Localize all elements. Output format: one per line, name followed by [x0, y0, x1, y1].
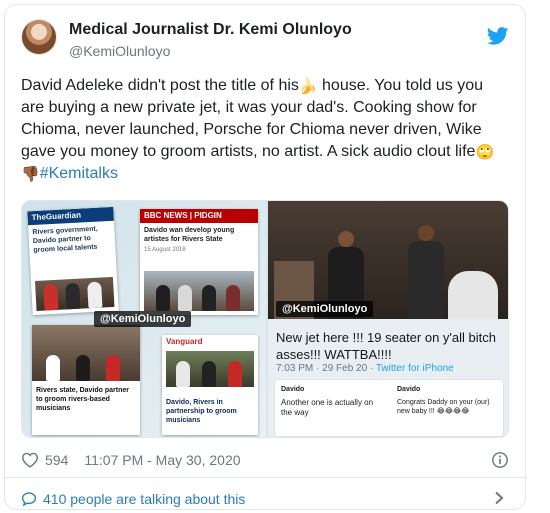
tweet-header: Medical Journalist Dr. Kemi Olunloyo @Ke… — [21, 19, 509, 67]
tweet-card: Medical Journalist Dr. Kemi Olunloyo @Ke… — [4, 4, 526, 510]
banana-emoji: 🍌 — [298, 78, 318, 95]
watermark-left: @KemiOlunloyo — [94, 311, 192, 327]
tweet-media[interactable]: TheGuardian Rivers government, Davido pa… — [21, 200, 509, 438]
bbc-date: 15 August 2018 — [144, 247, 186, 253]
ig-user-2: Davido — [397, 386, 421, 393]
tweet-timestamp[interactable]: 11:07 PM - May 30, 2020 — [84, 452, 240, 468]
rivers-headline: Rivers state, Davido partner to groom ri… — [36, 387, 129, 412]
vanguard-photo — [166, 351, 254, 387]
heart-icon[interactable] — [21, 452, 39, 468]
instagram-comments: Davido Another one is actually on the wa… — [274, 379, 504, 437]
person-seated — [448, 271, 498, 319]
bbc-headline: Davido wan develop young artistes for Ri… — [144, 227, 235, 243]
conversation-count: 410 people are talking about this — [43, 491, 246, 507]
conversation-link[interactable]: 410 people are talking about this — [21, 489, 509, 509]
twitter-bird-icon[interactable] — [487, 27, 509, 45]
ig-comment-2: Congrats Daddy on your (our) new baby !!… — [397, 399, 490, 415]
thumbs-down-emoji: 👎🏾 — [21, 166, 40, 183]
tweet-text-part1: David Adeleke didn't post the title of h… — [21, 77, 299, 94]
photo-figure — [202, 361, 216, 387]
person-body — [408, 241, 444, 319]
author-handle[interactable]: @KemiOlunloyo — [69, 42, 352, 60]
info-icon[interactable] — [491, 451, 509, 469]
quoted-tweet-meta: 7:03 PM · 29 Feb 20 · Twitter for iPhone — [276, 363, 454, 374]
author-info[interactable]: Medical Journalist Dr. Kemi Olunloyo @Ke… — [69, 20, 352, 60]
quoted-tweet-time: 7:03 PM · 29 Feb 20 · — [276, 363, 376, 374]
photo-figure — [87, 281, 103, 309]
guardian-clipping: TheGuardian Rivers government, Davido pa… — [27, 206, 119, 316]
guardian-photo — [34, 276, 115, 311]
hashtag-link[interactable]: #Kemitalks — [40, 165, 118, 182]
vanguard-masthead: Vanguard — [162, 335, 258, 349]
footer-divider — [5, 477, 525, 478]
tweet-text: David Adeleke didn't post the title of h… — [21, 75, 509, 185]
photo-figure — [156, 285, 170, 311]
person-head — [338, 231, 354, 247]
photo-figure — [46, 355, 60, 381]
watermark-right: @KemiOlunloyo — [276, 301, 374, 317]
rivers-clipping: Rivers state, Davido partner to groom ri… — [32, 325, 140, 435]
speech-bubble-icon — [21, 492, 37, 507]
quoted-tweet-source: Twitter for iPhone — [375, 363, 454, 374]
like-count[interactable]: 594 — [45, 452, 68, 468]
chevron-right-icon[interactable] — [493, 491, 505, 505]
bbc-masthead: BBC NEWS | PIDGIN — [140, 209, 258, 223]
photo-figure — [76, 355, 90, 381]
rivers-photo — [32, 325, 140, 381]
vanguard-clipping: Vanguard Davido, Rivers in partnership t… — [162, 335, 258, 435]
photo-figure — [106, 355, 120, 381]
bbc-clipping: BBC NEWS | PIDGIN Davido wan develop you… — [140, 209, 258, 315]
guardian-headline: Rivers government, Davido partner to gro… — [32, 225, 98, 255]
quoted-tweet-text: New jet here !!! 19 seater on y'all bitc… — [276, 330, 496, 362]
photo-figure — [176, 361, 190, 387]
ig-user-1: Davido — [281, 386, 305, 393]
photo-figure — [226, 285, 240, 311]
vanguard-headline: Davido, Rivers in partnership to groom m… — [166, 399, 237, 424]
photo-figure — [178, 285, 192, 311]
person-head — [418, 225, 434, 241]
photo-figure — [65, 282, 81, 310]
eye-roll-emoji: 🙄 — [475, 144, 495, 161]
author-display-name[interactable]: Medical Journalist Dr. Kemi Olunloyo — [69, 20, 352, 40]
photo-figure — [228, 361, 242, 387]
tweet-footer: 594 11:07 PM - May 30, 2020 — [21, 450, 509, 470]
photo-figure — [202, 285, 216, 311]
ig-comment-1: Another one is actually on the way — [281, 398, 374, 417]
media-image-news-collage[interactable]: TheGuardian Rivers government, Davido pa… — [22, 201, 266, 437]
photo-figure — [43, 283, 59, 311]
media-image-jet-collage[interactable]: @KemiOlunloyo New jet here !!! 19 seater… — [268, 201, 508, 437]
author-avatar[interactable] — [21, 19, 57, 55]
bbc-photo — [144, 271, 254, 311]
